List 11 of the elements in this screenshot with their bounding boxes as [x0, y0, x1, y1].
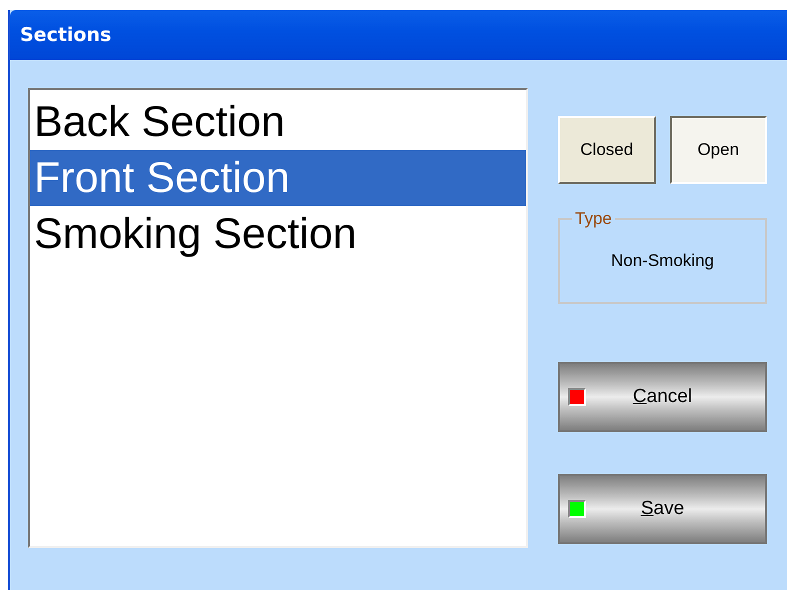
- toggle-button[interactable]: Open: [670, 116, 767, 184]
- action-button[interactable]: Cancel: [558, 362, 767, 432]
- list-item[interactable]: Smoking Section: [30, 206, 526, 262]
- list-item[interactable]: Front Section: [30, 150, 526, 206]
- section-list[interactable]: Back Section Front Section Smoking Section: [28, 88, 528, 548]
- group-legend: Type: [572, 209, 615, 229]
- toggle-button[interactable]: Closed: [558, 116, 656, 184]
- window-title: Sections: [20, 24, 112, 46]
- action-button[interactable]: Save: [558, 474, 767, 544]
- type-value: Non-Smoking: [611, 251, 714, 271]
- list-item[interactable]: Back Section: [30, 94, 526, 150]
